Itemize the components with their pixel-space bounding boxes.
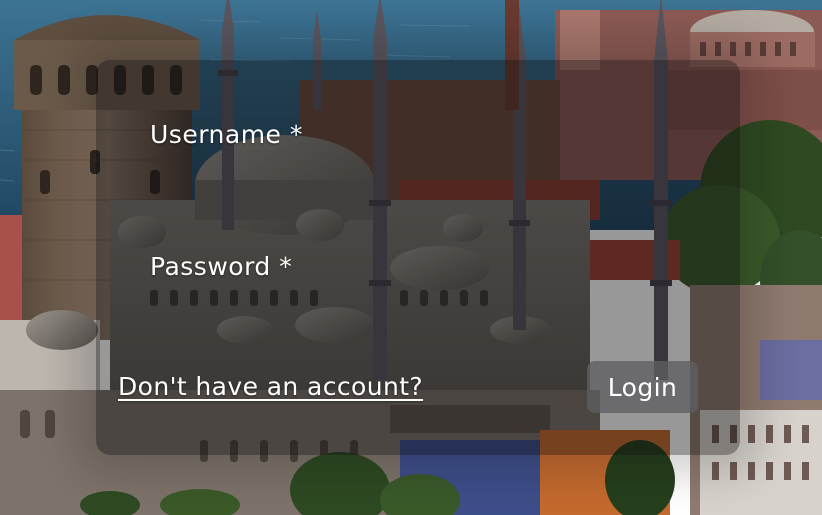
username-label: Username * [150,120,303,149]
login-button[interactable]: Login [587,361,698,413]
password-input[interactable] [150,300,590,334]
signup-link[interactable]: Don't have an account? [118,372,423,401]
password-label: Password * [150,252,293,281]
username-input[interactable] [150,168,590,202]
